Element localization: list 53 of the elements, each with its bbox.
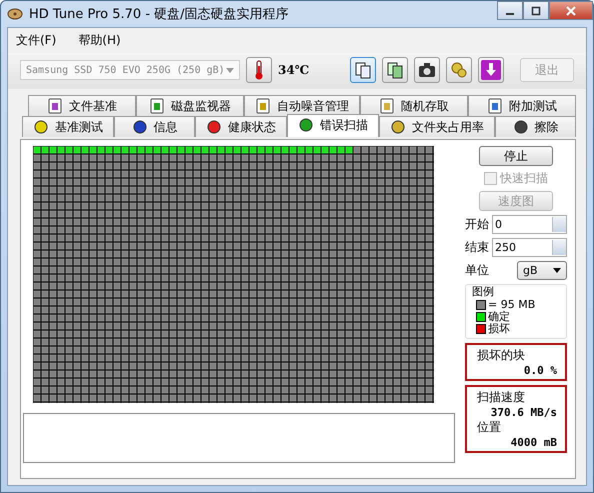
start-spin-field[interactable]: 0 xyxy=(492,215,567,234)
camera-icon xyxy=(418,62,436,78)
minimize-icon xyxy=(506,12,514,14)
legend-title: 图例 xyxy=(472,284,495,299)
options-button[interactable] xyxy=(446,57,472,83)
menu-item[interactable]: 文件(F) xyxy=(16,32,56,49)
legend-label: = 95 MB xyxy=(488,299,536,311)
field-label: 开始 xyxy=(465,216,489,233)
close-icon xyxy=(566,6,576,16)
copy-button[interactable] xyxy=(382,57,408,83)
tab[interactable]: 文件基准 xyxy=(28,95,136,116)
documents-icon xyxy=(354,61,372,79)
tab[interactable]: 擦除 xyxy=(495,116,576,137)
temperature-reading: 34℃ xyxy=(278,63,310,77)
menu-item[interactable]: 帮助(H) xyxy=(78,32,121,49)
stat-value: 0.0 % xyxy=(524,364,557,377)
disk-icon xyxy=(7,6,23,22)
tab[interactable]: 附加测试 xyxy=(468,95,576,116)
maximize-icon xyxy=(531,6,541,16)
tab[interactable]: 信息 xyxy=(114,116,195,137)
coins-icon xyxy=(450,61,468,79)
legend-label: 确定 xyxy=(488,311,510,323)
window-title: HD Tune Pro 5.70 - 硬盘/固态硬盘实用程序 xyxy=(29,6,289,23)
minimize-button[interactable] xyxy=(497,1,523,20)
dropdown-arrow-icon xyxy=(226,68,234,72)
stat-label: 位置 xyxy=(477,419,502,436)
copy-button[interactable] xyxy=(350,57,376,83)
stat-value: 370.6 MB/s xyxy=(490,406,557,419)
stat-value: 4000 mB xyxy=(510,436,557,449)
legend-label: 损坏 xyxy=(488,323,510,335)
thermometer-button[interactable] xyxy=(246,57,272,83)
field-label: 结束 xyxy=(465,239,489,256)
camera-button[interactable] xyxy=(414,57,440,83)
tab[interactable]: 文件夹占用率 xyxy=(379,116,495,137)
stop-button[interactable]: 停止 xyxy=(479,146,553,166)
tab[interactable]: 磁盘监视器 xyxy=(136,95,244,116)
thermometer-icon xyxy=(253,60,265,80)
documents-icon xyxy=(386,61,404,79)
checkbox-label: 快速扫描 xyxy=(500,170,548,187)
close-button[interactable] xyxy=(549,1,593,20)
unit-dropdown[interactable]: gB xyxy=(517,261,567,280)
stat-label: 扫描速度 xyxy=(477,389,526,406)
maximize-button[interactable] xyxy=(523,1,549,20)
tab[interactable]: 健康状态 xyxy=(195,116,287,137)
end-spin-field[interactable]: 250 xyxy=(492,238,567,257)
dropdown-arrow-icon xyxy=(553,268,561,273)
stat-label: 损坏的块 xyxy=(477,347,526,364)
tab[interactable]: 随机存取 xyxy=(360,95,468,116)
tab[interactable]: 自动噪音管理 xyxy=(244,95,360,116)
field-label: 单位 xyxy=(465,262,489,279)
download-button[interactable] xyxy=(478,57,504,83)
tab[interactable]: 基准测试 xyxy=(22,116,114,137)
tab[interactable]: 错误扫描 xyxy=(287,114,379,137)
